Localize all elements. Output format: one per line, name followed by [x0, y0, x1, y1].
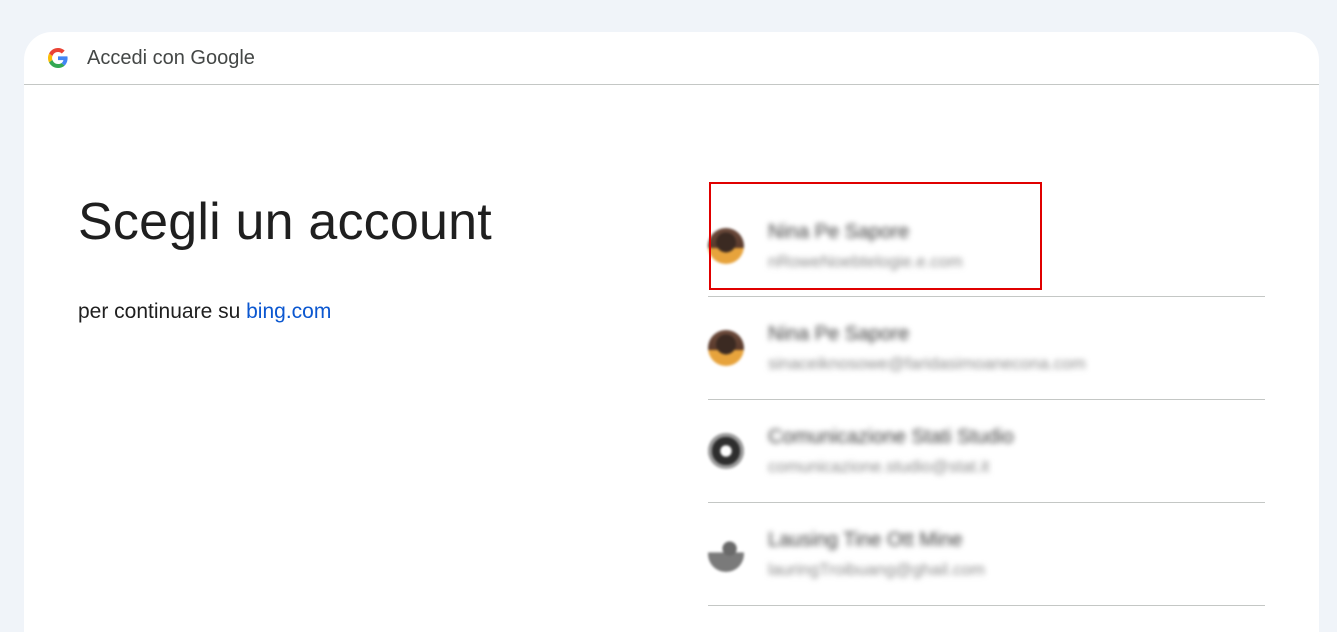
- gear-avatar: [708, 433, 744, 469]
- left-panel: Scegli un account per continuare su bing…: [78, 192, 492, 324]
- account-text: Nina Pe Sapore sinaceiknosowe@faridasimo…: [768, 323, 1086, 374]
- account-item[interactable]: Lausing Tine Ott Mine lauringTroibuang@g…: [708, 503, 1265, 606]
- account-item[interactable]: Nina Pe Sapore nRoweNoebtelogie.e.com: [708, 196, 1265, 297]
- site-link[interactable]: bing.com: [246, 300, 331, 323]
- account-name: Lausing Tine Ott Mine: [768, 528, 963, 551]
- account-item[interactable]: Nina Pe Sapore sinaceiknosowe@faridasimo…: [708, 297, 1265, 400]
- header-title: Accedi con Google: [87, 46, 255, 69]
- account-text: Comunicazione Stati Studio comunicazione…: [768, 426, 1014, 477]
- account-name: Nina Pe Sapore: [768, 322, 910, 345]
- subtitle: per continuare su bing.com: [78, 300, 492, 324]
- account-email: sinaceiknosowe@faridasimoanecona.com: [768, 353, 1086, 373]
- account-email: nRoweNoebtelogie.e.com: [768, 251, 963, 271]
- subtitle-prefix: per continuare su: [78, 300, 247, 323]
- photo-avatar: [708, 330, 744, 366]
- photo-avatar: [708, 228, 744, 264]
- account-text: Nina Pe Sapore nRoweNoebtelogie.e.com: [768, 221, 963, 272]
- account-list: Nina Pe Sapore nRoweNoebtelogie.e.com Ni…: [708, 196, 1265, 606]
- account-item[interactable]: Comunicazione Stati Studio comunicazione…: [708, 400, 1265, 503]
- signin-card: Accedi con Google Scegli un account per …: [24, 32, 1319, 632]
- account-name: Comunicazione Stati Studio: [768, 425, 1014, 448]
- figure-avatar: [708, 536, 744, 572]
- page-title: Scegli un account: [78, 193, 492, 251]
- account-text: Lausing Tine Ott Mine lauringTroibuang@g…: [768, 529, 985, 580]
- account-email: lauringTroibuang@ghail.com: [768, 559, 985, 579]
- account-email: comunicazione.studio@stat.it: [768, 456, 990, 476]
- header: Accedi con Google: [24, 32, 1319, 85]
- account-name: Nina Pe Sapore: [768, 220, 910, 243]
- google-g-icon: [48, 48, 68, 68]
